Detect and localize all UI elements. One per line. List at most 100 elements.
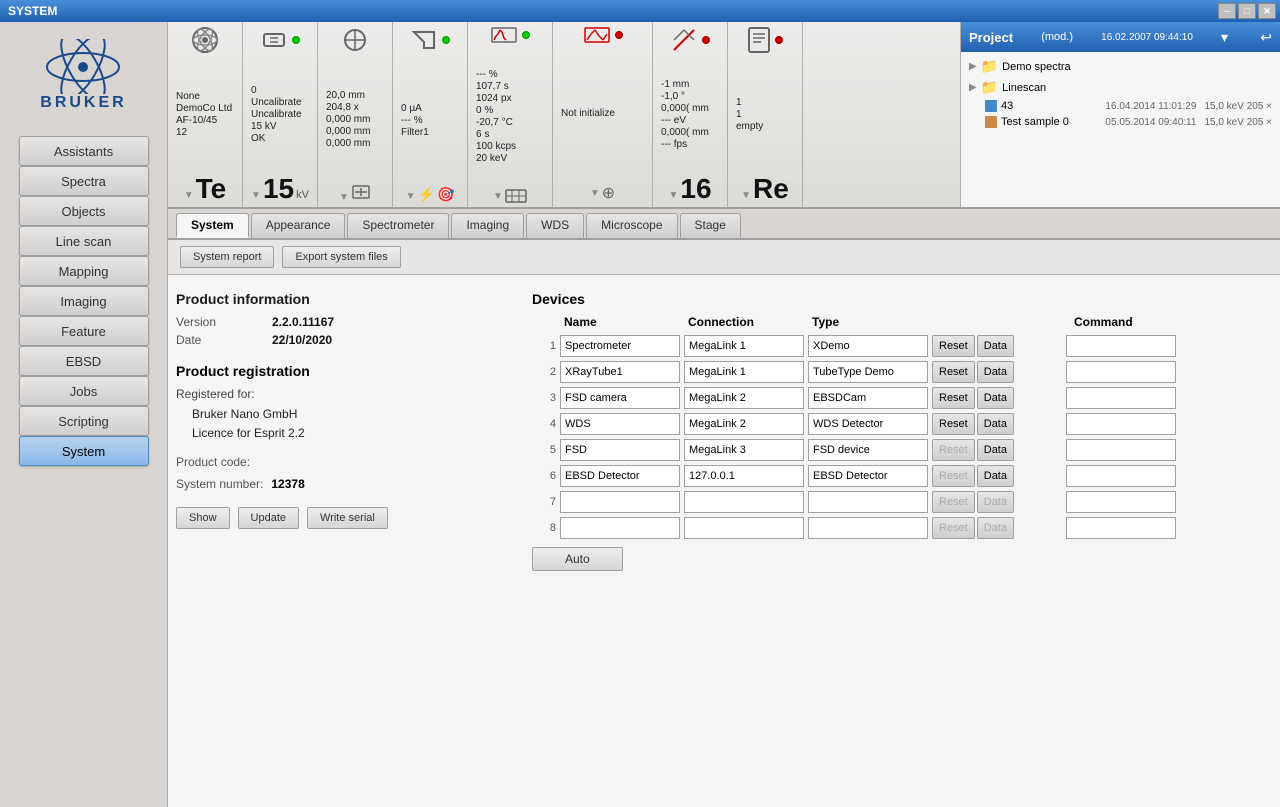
device-name-input-2[interactable]	[560, 361, 680, 383]
device-type-input-5[interactable]	[808, 439, 928, 461]
device-type-input-2[interactable]	[808, 361, 928, 383]
device-reset-button-2[interactable]: Reset	[932, 361, 975, 383]
sidebar-item-spectra[interactable]: Spectra	[19, 166, 149, 196]
update-button[interactable]: Update	[238, 507, 299, 529]
tree-item-test-sample[interactable]: Test sample 0 05.05.2014 09:40:11 15,0 k…	[965, 114, 1276, 130]
auto-button[interactable]: Auto	[532, 547, 623, 571]
wds-status-indicator	[702, 36, 710, 44]
device-num-8: 8	[532, 522, 556, 534]
device-connection-input-4[interactable]	[684, 413, 804, 435]
report-arrow: ▼	[741, 190, 751, 201]
product-information: Product information Version 2.2.0.11167 …	[176, 291, 476, 347]
tree-item-demo-spectra[interactable]: ▶ 📁 Demo spectra	[965, 56, 1276, 77]
toolbar-electron-value: Te	[196, 175, 227, 203]
sidebar-item-mapping[interactable]: Mapping	[19, 256, 149, 286]
kv-value: 15	[263, 175, 294, 203]
device-data-button-1[interactable]: Data	[977, 335, 1014, 357]
device-type-input-4[interactable]	[808, 413, 928, 435]
tab-imaging[interactable]: Imaging	[451, 213, 524, 238]
sidebar-item-feature[interactable]: Feature	[19, 316, 149, 346]
filter-arrow: ▼	[406, 191, 416, 202]
device-type-input-3[interactable]	[808, 387, 928, 409]
device-name-input-1[interactable]	[560, 335, 680, 357]
device-command-input-6[interactable]	[1066, 465, 1176, 487]
device-connection-input-1[interactable]	[684, 335, 804, 357]
stage-icon	[341, 26, 369, 54]
device-num-2: 2	[532, 366, 556, 378]
device-command-input-2[interactable]	[1066, 361, 1176, 383]
device-data-button-2[interactable]: Data	[977, 361, 1014, 383]
device-name-input-7[interactable]	[560, 491, 680, 513]
minimize-button[interactable]: ─	[1218, 3, 1236, 19]
device-command-input-7[interactable]	[1066, 491, 1176, 513]
device-connection-input-2[interactable]	[684, 361, 804, 383]
tab-system[interactable]: System	[176, 213, 249, 238]
wds-icon	[670, 26, 698, 54]
sidebar-item-assistants[interactable]: Assistants	[19, 136, 149, 166]
stage-arrow: ▼	[339, 192, 349, 203]
sidebar-item-linescan[interactable]: Line scan	[19, 226, 149, 256]
device-data-button-6[interactable]: Data	[977, 465, 1014, 487]
tree-item-43[interactable]: 43 16.04.2014 11:01:29 15,0 keV 205 ×	[965, 98, 1276, 114]
device-name-input-5[interactable]	[560, 439, 680, 461]
tab-microscope[interactable]: Microscope	[586, 213, 677, 238]
device-reset-button-3[interactable]: Reset	[932, 387, 975, 409]
device-connection-input-7[interactable]	[684, 491, 804, 513]
device-connection-input-3[interactable]	[684, 387, 804, 409]
device-type-input-7[interactable]	[808, 491, 928, 513]
device-command-input-8[interactable]	[1066, 517, 1176, 539]
device-btn-group-1: ResetData	[932, 335, 1062, 357]
device-type-input-8[interactable]	[808, 517, 928, 539]
header-name: Name	[564, 315, 684, 329]
device-command-input-3[interactable]	[1066, 387, 1176, 409]
device-command-input-4[interactable]	[1066, 413, 1176, 435]
device-row-5: 5ResetData	[532, 439, 1272, 461]
project-dropdown-icon[interactable]: ▾	[1221, 29, 1228, 46]
device-reset-button-4[interactable]: Reset	[932, 413, 975, 435]
device-connection-input-8[interactable]	[684, 517, 804, 539]
device-command-input-5[interactable]	[1066, 439, 1176, 461]
maximize-button[interactable]: □	[1238, 3, 1256, 19]
device-connection-input-5[interactable]	[684, 439, 804, 461]
export-system-files-button[interactable]: Export system files	[282, 246, 400, 268]
device-reset-button-1[interactable]: Reset	[932, 335, 975, 357]
sidebar-item-system[interactable]: System	[19, 436, 149, 466]
tab-spectrometer[interactable]: Spectrometer	[347, 213, 449, 238]
tree-label-demo-spectra: Demo spectra	[1002, 61, 1070, 73]
device-type-input-6[interactable]	[808, 465, 928, 487]
device-connection-input-6[interactable]	[684, 465, 804, 487]
system-report-button[interactable]: System report	[180, 246, 274, 268]
header-type: Type	[812, 315, 932, 329]
device-data-button-7: Data	[977, 491, 1014, 513]
device-data-button-4[interactable]: Data	[977, 413, 1014, 435]
sidebar-item-scripting[interactable]: Scripting	[19, 406, 149, 436]
device-name-input-6[interactable]	[560, 465, 680, 487]
close-button[interactable]: ✕	[1258, 3, 1276, 19]
sidebar-item-imaging[interactable]: Imaging	[19, 286, 149, 316]
date-label: Date	[176, 333, 256, 347]
stage-control-icon	[351, 184, 371, 200]
devices-section: Devices Name Connection Type Command	[500, 291, 1272, 571]
show-button[interactable]: Show	[176, 507, 230, 529]
tree-item-linescan[interactable]: ▶ 📁 Linescan	[965, 77, 1276, 98]
toolbar-electron-line3: AF-10/45	[176, 115, 217, 126]
folder-icon-1: 📁	[981, 58, 998, 75]
sidebar-item-objects[interactable]: Objects	[19, 196, 149, 226]
sidebar-item-jobs[interactable]: Jobs	[19, 376, 149, 406]
sidebar-item-ebsd[interactable]: EBSD	[19, 346, 149, 376]
device-name-input-4[interactable]	[560, 413, 680, 435]
device-command-input-1[interactable]	[1066, 335, 1176, 357]
tab-wds[interactable]: WDS	[526, 213, 584, 238]
tab-appearance[interactable]: Appearance	[251, 213, 346, 238]
device-name-input-3[interactable]	[560, 387, 680, 409]
device-type-input-1[interactable]	[808, 335, 928, 357]
write-serial-button[interactable]: Write serial	[307, 507, 388, 529]
kv-status-indicator	[292, 36, 300, 44]
voltage-icon	[260, 26, 288, 54]
tab-stage[interactable]: Stage	[680, 213, 741, 238]
device-name-input-8[interactable]	[560, 517, 680, 539]
device-data-button-3[interactable]: Data	[977, 387, 1014, 409]
project-back-icon[interactable]: ↩	[1260, 29, 1272, 46]
device-data-button-5[interactable]: Data	[977, 439, 1014, 461]
registration-title: Product registration	[176, 363, 476, 379]
